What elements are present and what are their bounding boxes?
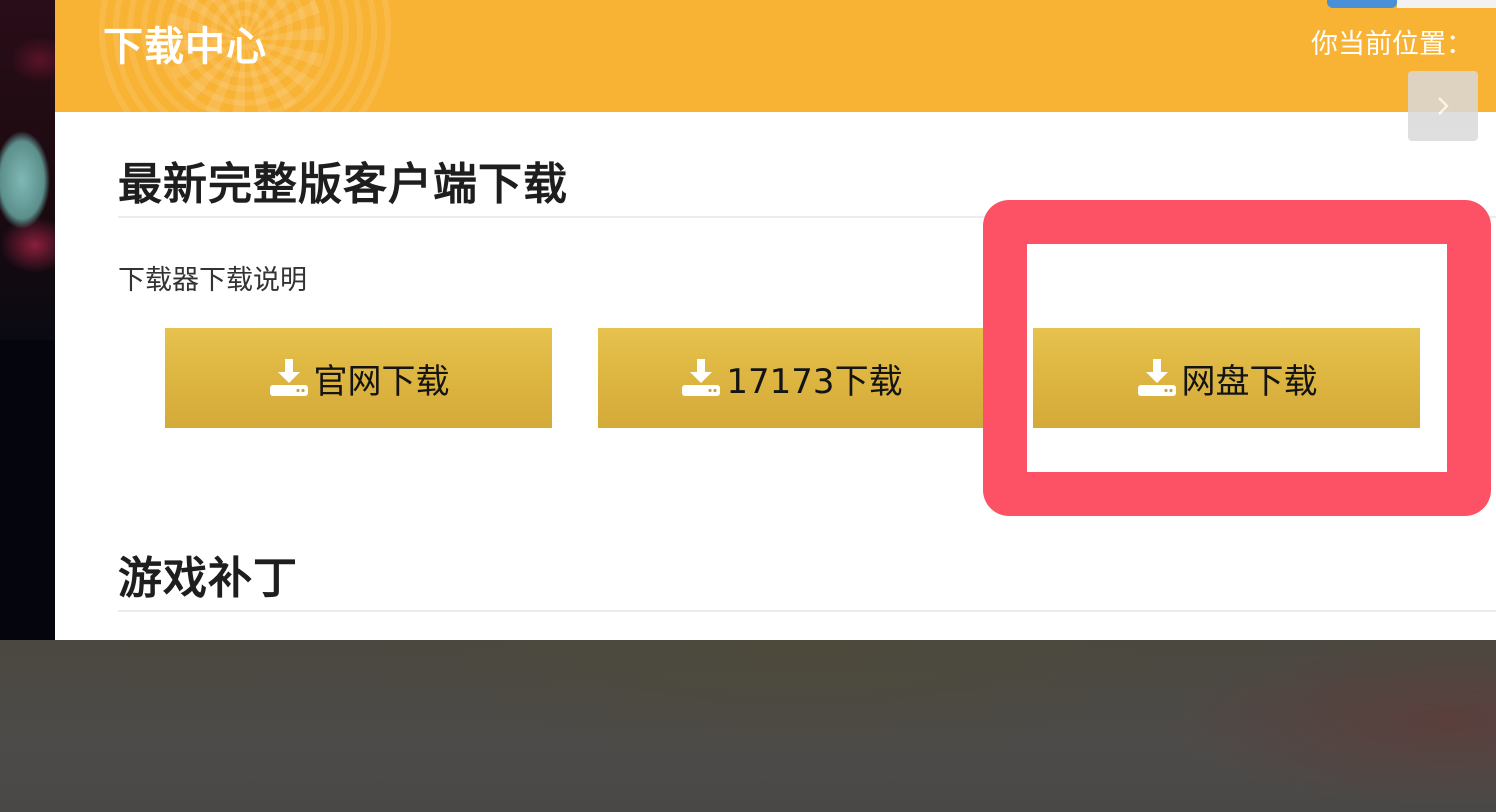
netdisk-download-label: 网盘下载: [1181, 361, 1318, 402]
17173-download-label: 17173下载: [726, 361, 903, 402]
17173-download-button[interactable]: 17173下载: [598, 328, 985, 428]
download-icon: [269, 359, 308, 396]
netdisk-download-button[interactable]: 网盘下载: [1033, 328, 1420, 428]
section-title-client: 最新完整版客户端下载: [118, 159, 568, 210]
top-tab-active[interactable]: [1327, 0, 1397, 8]
breadcrumb-location-label: 你当前位置：: [1311, 29, 1473, 60]
background-art-image: [0, 0, 55, 340]
downloader-instructions-link[interactable]: 下载器下载说明: [118, 258, 307, 297]
next-button[interactable]: [1408, 71, 1478, 141]
official-download-button[interactable]: 官网下载: [165, 328, 552, 428]
download-center-panel: 下载中心 你当前位置： 最新完整版客户端下载 下载器下载说明 官网下载 1717…: [55, 0, 1496, 640]
page-header: 下载中心 你当前位置：: [55, 0, 1496, 112]
official-download-label: 官网下载: [313, 361, 450, 402]
chevron-right-icon: [1438, 97, 1449, 115]
background-blur-bottom: [0, 640, 1496, 812]
section-title-patch: 游戏补丁: [118, 553, 298, 604]
page-title: 下载中心: [103, 24, 267, 70]
background-art-left: [0, 0, 55, 640]
top-tab[interactable]: [1397, 0, 1496, 8]
download-icon: [682, 359, 721, 396]
section-divider: [118, 216, 1496, 218]
download-icon: [1137, 359, 1176, 396]
section-divider: [118, 610, 1496, 612]
